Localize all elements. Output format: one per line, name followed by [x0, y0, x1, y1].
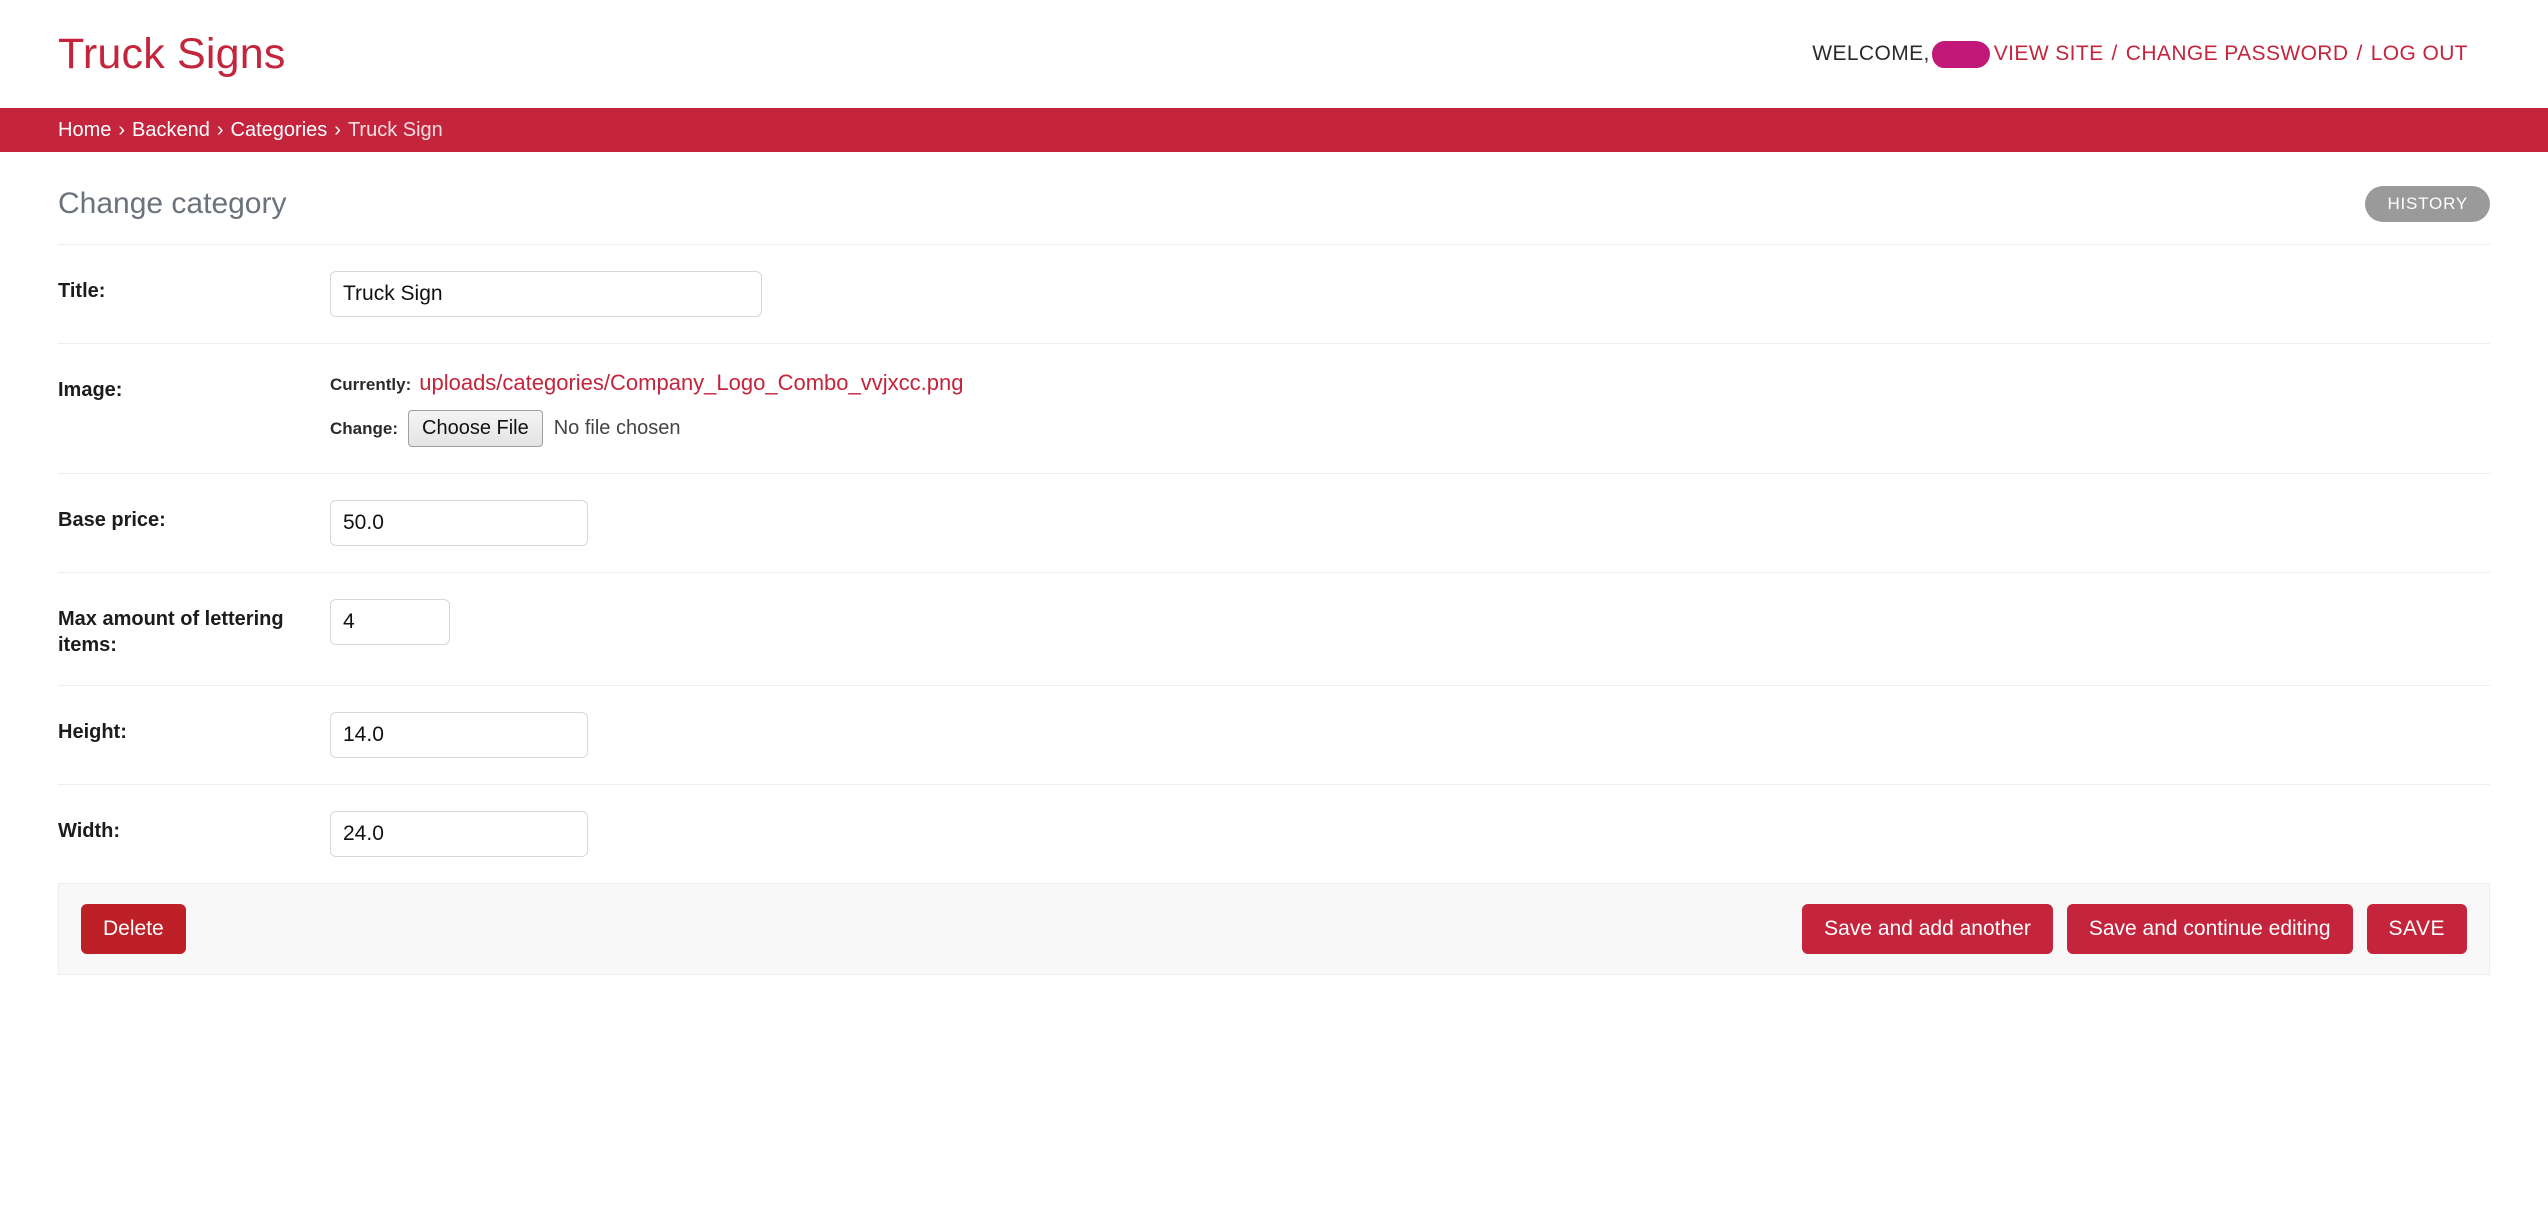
- object-tools: HISTORY: [2365, 186, 2490, 222]
- base-price-field-label: Base price:: [58, 509, 166, 531]
- image-currently-row: Currently: uploads/categories/Company_Lo…: [330, 370, 2490, 396]
- width-input[interactable]: [330, 810, 588, 857]
- site-header: Truck Signs WELCOME, VIEW SITE / CHANGE …: [0, 0, 2548, 108]
- submit-row: Delete Save and add another Save and con…: [58, 883, 2490, 975]
- image-field-body: Currently: uploads/categories/Company_Lo…: [330, 370, 2490, 447]
- image-change-label: Change:: [330, 418, 398, 438]
- image-field-label: Image:: [58, 379, 123, 401]
- width-field-label: Width:: [58, 819, 121, 842]
- breadcrumb: Home › Backend › Categories › Truck Sign: [0, 108, 2548, 152]
- height-input[interactable]: [330, 711, 588, 758]
- save-and-continue-editing-button[interactable]: Save and continue editing: [2066, 903, 2353, 954]
- change-password-link[interactable]: CHANGE PASSWORD: [2126, 42, 2349, 66]
- max-lettering-items-field-label: Max amount of lettering items:: [58, 608, 284, 657]
- image-change-row: Change: Choose File No file chosen: [330, 410, 2490, 447]
- form-row-height: Height:: [58, 686, 2490, 785]
- log-out-link[interactable]: LOG OUT: [2371, 42, 2468, 66]
- save-button[interactable]: SAVE: [2366, 903, 2467, 954]
- breadcrumb-item-truck-sign: Truck Sign: [347, 118, 443, 141]
- max-lettering-items-input[interactable]: [330, 599, 450, 645]
- base-price-input[interactable]: [330, 500, 588, 546]
- no-file-chosen-text: No file chosen: [553, 417, 681, 439]
- choose-file-button[interactable]: Choose File: [408, 410, 543, 447]
- title-field-body: [330, 271, 2490, 317]
- username-redaction-blob: [1931, 40, 1990, 68]
- form-row-base-price: Base price:: [58, 474, 2490, 573]
- user-tools-separator-1: /: [2111, 42, 2118, 65]
- form-row-width: Width:: [58, 785, 2490, 884]
- image-current-file-link[interactable]: uploads/categories/Company_Logo_Combo_vv…: [419, 370, 963, 396]
- admin-page: Truck Signs WELCOME, VIEW SITE / CHANGE …: [0, 0, 2548, 1208]
- site-branding-title[interactable]: Truck Signs: [58, 32, 286, 76]
- change-category-form: Title: Image: Currently: uploads/categor…: [58, 244, 2490, 975]
- form-row-image: Image: Currently: uploads/categories/Com…: [58, 344, 2490, 474]
- breadcrumb-item-categories[interactable]: Categories: [231, 119, 328, 142]
- history-button[interactable]: HISTORY: [2365, 186, 2490, 222]
- width-field-body: [330, 810, 2490, 857]
- height-field-label: Height:: [58, 720, 127, 743]
- save-and-add-another-button[interactable]: Save and add another: [1802, 903, 2053, 954]
- form-row-title: Title:: [58, 244, 2490, 344]
- user-tools-separator-2: /: [2356, 42, 2363, 65]
- view-site-link[interactable]: VIEW SITE: [1994, 42, 2104, 66]
- breadcrumb-item-home[interactable]: Home: [58, 119, 111, 142]
- welcome-label: WELCOME,: [1812, 42, 1930, 65]
- breadcrumb-separator-2: ›: [216, 118, 224, 141]
- max-lettering-items-field-body: [330, 599, 2490, 645]
- delete-button[interactable]: Delete: [81, 903, 186, 954]
- base-price-field-body: [330, 500, 2490, 546]
- title-field-label: Title:: [58, 280, 106, 302]
- content-header: Change category HISTORY: [58, 152, 2490, 244]
- height-field-body: [330, 711, 2490, 758]
- title-input[interactable]: [330, 271, 762, 317]
- submit-row-actions: Save and add another Save and continue e…: [1802, 903, 2467, 954]
- breadcrumb-item-backend[interactable]: Backend: [132, 119, 210, 142]
- breadcrumb-separator-1: ›: [118, 118, 126, 141]
- content-area: Change category HISTORY Title: Image: Cu…: [0, 152, 2548, 975]
- breadcrumb-separator-3: ›: [334, 118, 341, 141]
- image-currently-label: Currently:: [330, 375, 412, 394]
- image-file-input[interactable]: Choose File No file chosen: [408, 410, 680, 447]
- form-row-max-lettering-items: Max amount of lettering items:: [58, 573, 2490, 686]
- page-title: Change category: [58, 187, 287, 220]
- user-tools: WELCOME, VIEW SITE / CHANGE PASSWORD / L…: [1812, 40, 2490, 68]
